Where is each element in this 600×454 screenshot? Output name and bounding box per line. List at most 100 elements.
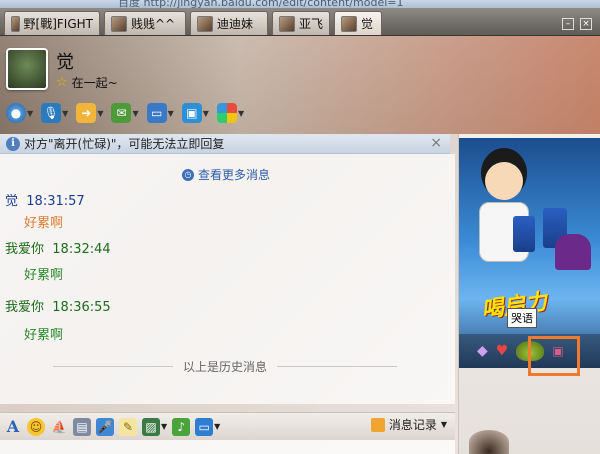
tab-label: 贱贱^^ <box>131 17 176 31</box>
contact-thumb-icon <box>279 15 295 32</box>
message-history-button[interactable]: 消息记录 ▼ <box>370 416 447 433</box>
send-image-button[interactable]: ▨ ▼ <box>142 416 167 438</box>
sender-name: 我爱你 <box>5 300 45 315</box>
tab-label: 亚飞 <box>298 17 323 31</box>
more-messages-label: 查看更多消息 <box>198 168 271 182</box>
pencil-icon: ✎ <box>119 417 137 436</box>
doodle-button[interactable]: ✎ <box>119 416 137 438</box>
screenshot-icon: ▭ <box>195 417 214 436</box>
away-notice-bar: i 对方"离开(忙碌)"，可能无法立即回复 × <box>0 134 450 154</box>
tab-jianjian[interactable]: 贱贱^^ <box>104 11 186 35</box>
remote-desktop-icon: ▭ <box>146 103 167 123</box>
video-call-button[interactable]: ● ▼ <box>4 101 35 125</box>
message-header: 我爱你 18:32:44 <box>5 238 111 257</box>
chevron-down-icon: ▼ <box>161 422 168 431</box>
screenshot-button[interactable]: ▭ ▼ <box>195 416 220 438</box>
send-file-button[interactable]: ➜ ▼ <box>74 101 105 125</box>
sms-button[interactable]: ✉ ▼ <box>109 101 140 125</box>
tab-yafei[interactable]: 亚飞 <box>272 11 330 35</box>
apps-button[interactable]: ▼ <box>215 101 246 125</box>
tab-label: 迪迪妹 <box>217 17 254 31</box>
message-header: 觉 18:31:57 <box>5 190 85 209</box>
monster-icon <box>555 234 591 270</box>
input-toolbar: A ☺ ⛵ ▤ 🎤 ✎ ▨ ▼ ♪ ▭ ▼ 消息记录 ▼ <box>0 412 455 440</box>
sender-name: 觉 <box>5 194 19 209</box>
screen-share-icon: ▣ <box>181 103 202 123</box>
more-messages-link[interactable]: ◷ 查看更多消息 <box>182 166 270 183</box>
history-divider: 以上是历史消息 <box>20 358 430 375</box>
chat-header: 觉 ☆ 在一起~ ● ▼ 🎙 ▼ ➜ ▼ ✉ ▼ ▭ ▼ ▣ ▼ ▼ <box>0 36 600 134</box>
message-text: 好累啊 <box>24 216 64 231</box>
browser-url: 百度 http://jingyan.baidu.com/edit/content… <box>118 0 404 8</box>
browser-address-strip: 百度 http://jingyan.baidu.com/edit/content… <box>0 0 600 8</box>
sms-icon: ✉ <box>111 103 132 123</box>
magic-emoji-button[interactable]: ▤ <box>73 416 91 438</box>
tab-didimei[interactable]: 迪迪妹 <box>190 11 268 35</box>
voice-call-button[interactable]: 🎙 ▼ <box>39 101 70 125</box>
screen-share-button[interactable]: ▣ ▼ <box>180 101 211 125</box>
contact-signature: ☆ 在一起~ <box>56 74 118 91</box>
message-time: 18:32:44 <box>52 242 111 257</box>
signature-text: 在一起~ <box>71 76 118 90</box>
remote-desktop-button[interactable]: ▭ ▼ <box>145 101 176 125</box>
voice-call-icon: 🎙 <box>41 103 62 123</box>
font-icon: A <box>6 417 20 436</box>
history-label: 消息记录 <box>388 418 437 432</box>
microphone-icon: 🎤 <box>96 417 114 436</box>
chevron-down-icon: ▼ <box>440 420 447 429</box>
heart-icon[interactable]: ♥ <box>496 343 509 359</box>
minimize-icon[interactable]: – <box>562 18 574 30</box>
avatar-show[interactable]: 喝启力 哭语 ◆ ♥ ▣ <box>459 138 600 368</box>
chevron-down-icon: ▼ <box>27 108 34 118</box>
highlight-box <box>528 336 580 376</box>
apps-icon <box>216 103 237 123</box>
message-time: 18:31:57 <box>26 194 85 209</box>
message-input[interactable] <box>0 440 455 454</box>
clock-icon: ◷ <box>182 168 194 181</box>
music-icon: ♪ <box>172 417 191 436</box>
chat-tab-bar: 野[戰]FIGHT 贱贱^^ 迪迪妹 亚飞 觉 – × <box>0 8 600 36</box>
message-time: 18:36:55 <box>52 300 111 315</box>
message-history[interactable]: ◷ 查看更多消息 觉 18:31:57 好累啊 我爱你 18:32:44 好累啊… <box>0 154 455 404</box>
shake-icon: ⛵ <box>51 419 67 434</box>
side-show-panel: 喝启力 哭语 ◆ ♥ ▣ <box>458 134 600 454</box>
message-text: 好累啊 <box>24 268 64 283</box>
contact-name: 觉 <box>56 52 74 73</box>
tab-jue[interactable]: 觉 <box>334 11 382 35</box>
shoe-icon[interactable]: ◆ <box>477 343 488 359</box>
tab-fight[interactable]: 野[戰]FIGHT <box>4 11 100 35</box>
chevron-down-icon: ▼ <box>132 108 139 118</box>
chat-toolbar: ● ▼ 🎙 ▼ ➜ ▼ ✉ ▼ ▭ ▼ ▣ ▼ ▼ <box>4 98 246 128</box>
emoji-button[interactable]: ☺ <box>27 416 45 438</box>
window-controls: – × <box>562 18 592 30</box>
sender-name: 我爱你 <box>5 242 45 257</box>
close-icon[interactable]: × <box>430 135 442 151</box>
history-divider-label: 以上是历史消息 <box>182 360 267 374</box>
contact-thumb-icon <box>111 15 127 32</box>
chevron-down-icon: ▼ <box>97 108 104 118</box>
avatar[interactable] <box>6 48 48 90</box>
chevron-down-icon: ▼ <box>62 108 69 118</box>
self-avatar[interactable] <box>469 430 509 454</box>
contact-thumb-icon <box>197 15 213 32</box>
chevron-down-icon: ▼ <box>167 108 174 118</box>
music-button[interactable]: ♪ <box>172 416 191 438</box>
chevron-down-icon: ▼ <box>237 108 245 118</box>
image-icon: ▨ <box>142 417 160 436</box>
tab-label: 觉 <box>361 17 374 31</box>
notice-text: 对方"离开(忙碌)"，可能无法立即回复 <box>24 137 225 151</box>
cartoon-character <box>473 148 533 278</box>
contact-thumb-icon <box>341 15 357 32</box>
voice-message-button[interactable]: 🎤 <box>96 416 114 438</box>
chevron-down-icon: ▼ <box>214 422 221 431</box>
film-icon: ▤ <box>73 417 91 436</box>
close-icon[interactable]: × <box>580 18 592 30</box>
video-call-icon: ● <box>6 103 26 123</box>
shake-button[interactable]: ⛵ <box>50 416 68 438</box>
history-icon <box>370 417 385 432</box>
info-icon: i <box>6 136 20 151</box>
font-button[interactable]: A <box>4 416 22 438</box>
send-file-icon: ➜ <box>76 103 97 123</box>
contact-thumb-icon <box>11 15 20 32</box>
smiley-icon: ☺ <box>27 417 45 436</box>
